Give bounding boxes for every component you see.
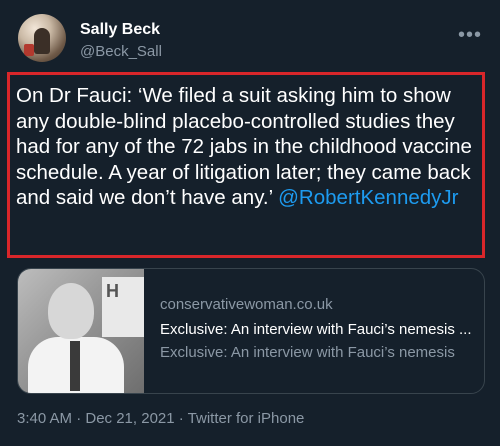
author-name[interactable]: Sally Beck	[80, 21, 160, 39]
tweet-highlight-box: On Dr Fauci: ‘We filed a suit asking him…	[7, 72, 485, 258]
tweet-header: Sally Beck @Beck_Sall •••	[18, 14, 484, 66]
tweet-text: On Dr Fauci: ‘We filed a suit asking him…	[16, 83, 482, 211]
card-image-sign: H	[102, 277, 144, 337]
card-image: H	[18, 269, 144, 393]
author-handle[interactable]: @Beck_Sall	[80, 43, 162, 60]
card-domain: conservativewoman.co.uk	[160, 296, 333, 313]
link-card[interactable]: H conservativewoman.co.uk Exclusive: An …	[17, 268, 485, 394]
more-horizontal-icon[interactable]: •••	[458, 24, 482, 47]
card-image-head	[48, 283, 94, 339]
card-description: Exclusive: An interview with Fauci’s nem…	[160, 344, 455, 361]
avatar[interactable]	[18, 14, 66, 62]
avatar-detail	[24, 44, 34, 56]
tweet-metadata: 3:40 AM · Dec 21, 2021 · Twitter for iPh…	[17, 410, 305, 427]
card-image-tie	[70, 341, 80, 391]
mention-link[interactable]: @RobertKennedyJr	[278, 186, 458, 209]
card-title[interactable]: Exclusive: An interview with Fauci’s nem…	[160, 321, 472, 338]
avatar-figure	[34, 28, 50, 54]
